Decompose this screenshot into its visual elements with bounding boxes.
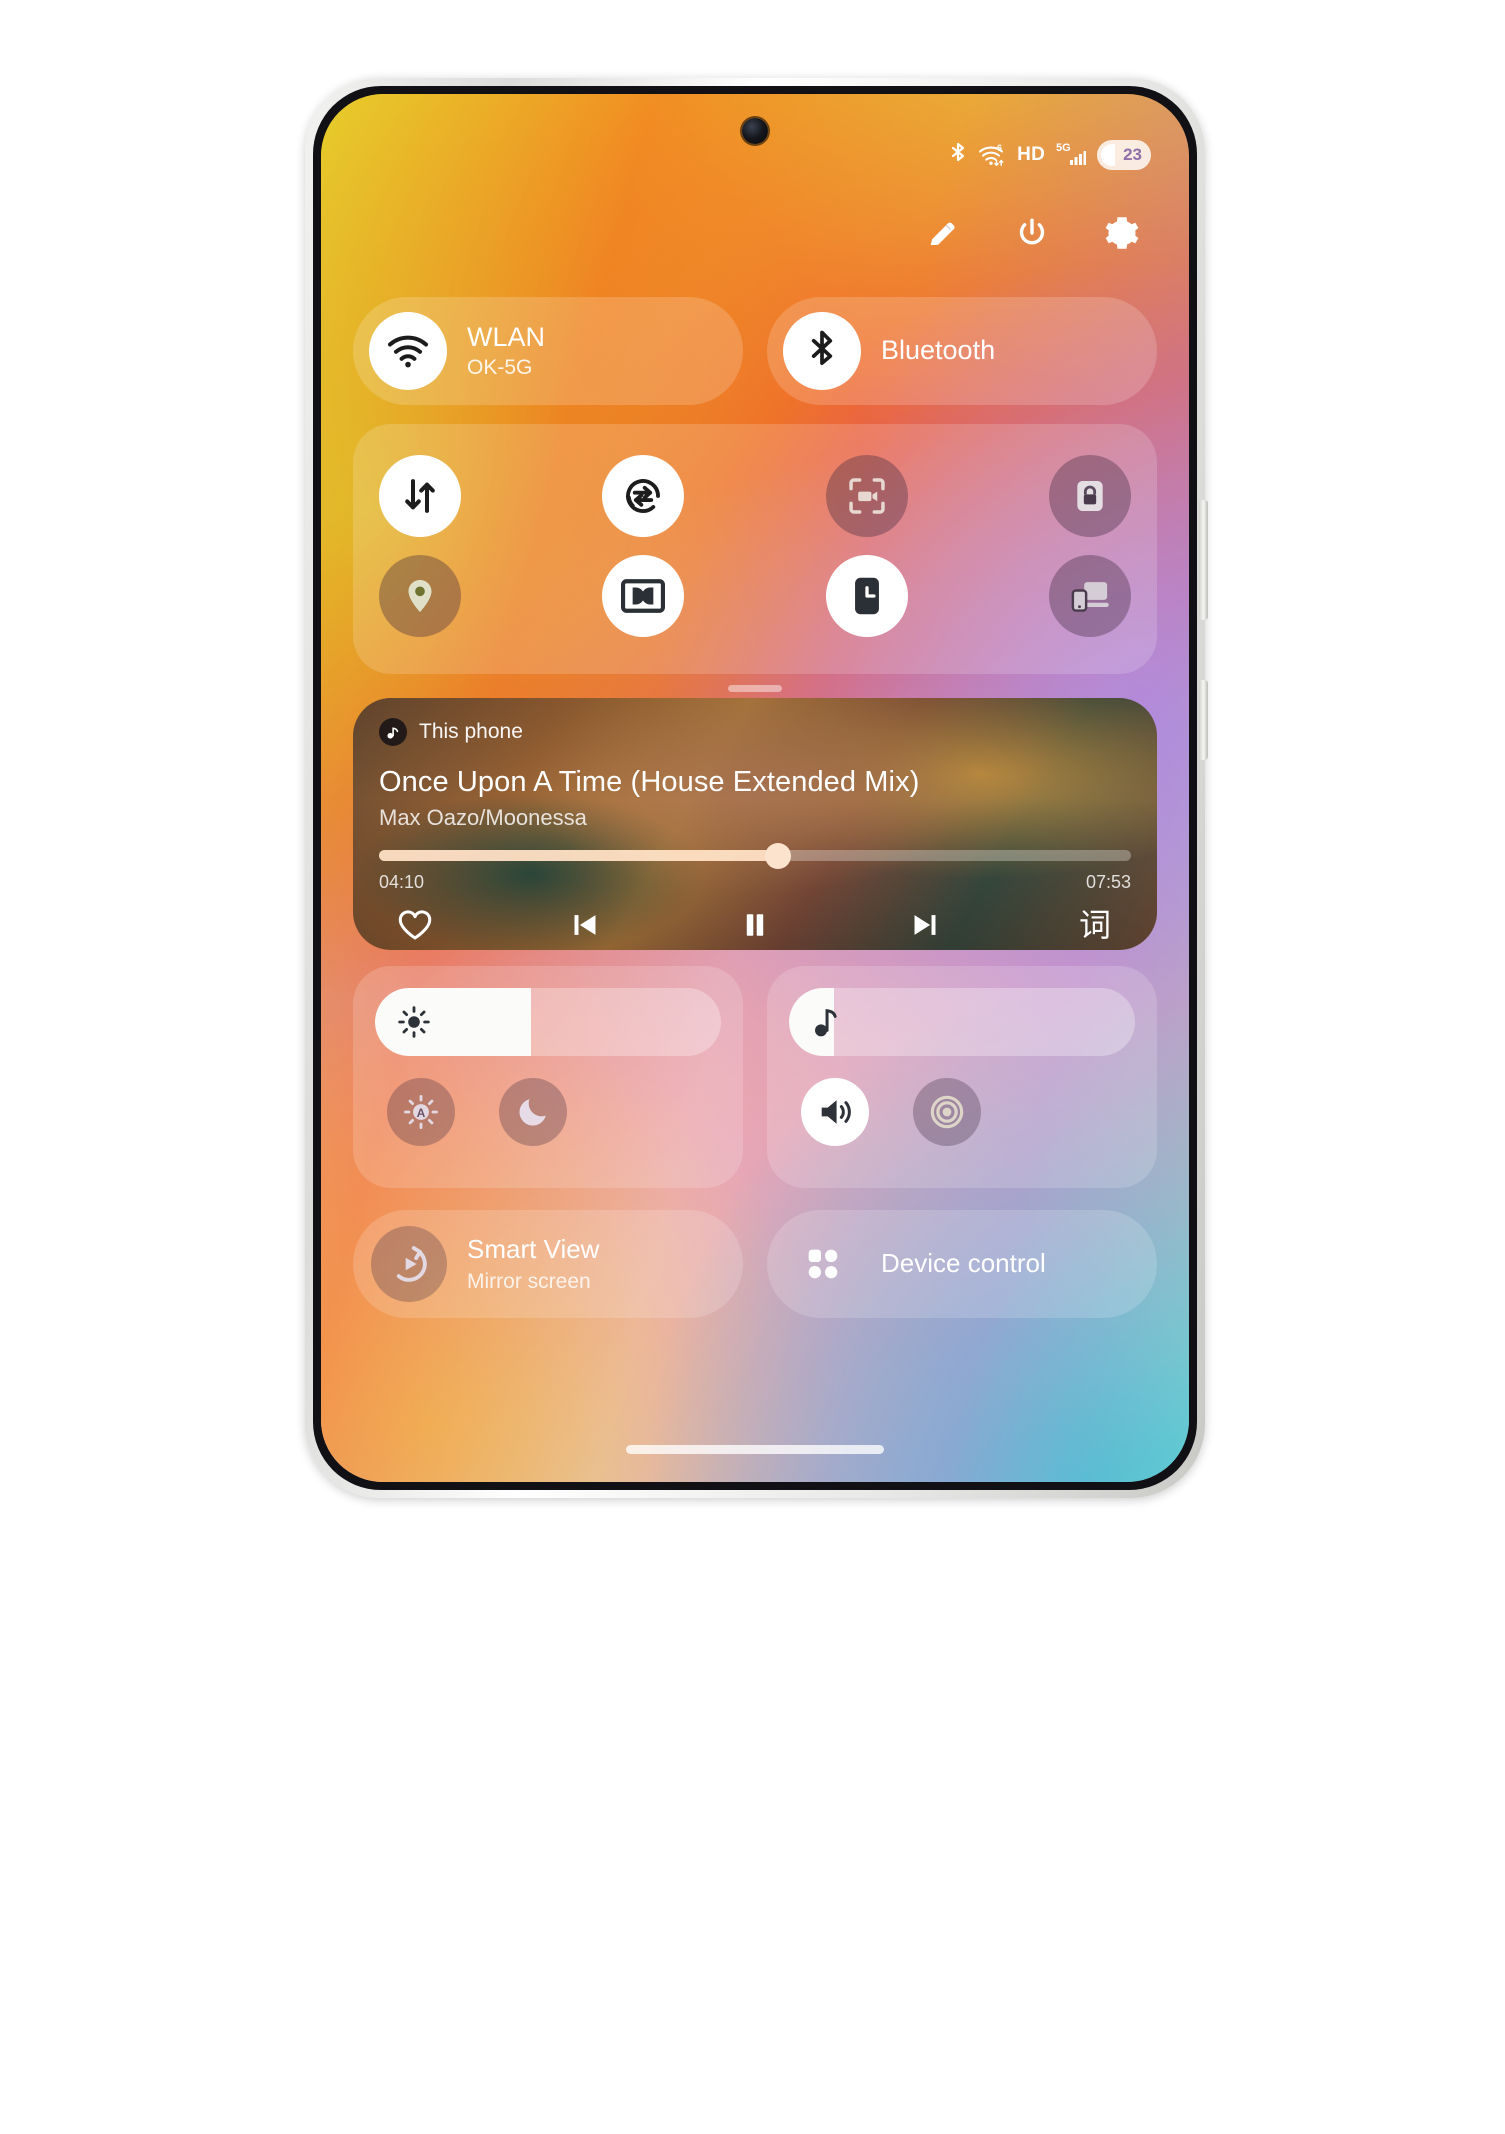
bluetooth-text: Bluetooth (881, 335, 995, 367)
bluetooth-icon (949, 142, 967, 168)
battery-fill (1101, 144, 1115, 166)
wlan-tile[interactable]: WLAN OK-5G (353, 297, 743, 405)
battery-indicator: 23 (1097, 140, 1151, 170)
smart-view-icon (371, 1226, 447, 1302)
mobile-data-toggle[interactable] (379, 455, 461, 537)
sound-mode-button[interactable] (801, 1078, 869, 1146)
seek-knob[interactable] (764, 843, 791, 869)
volume-buttons (789, 1078, 1135, 1146)
elapsed-time: 04:10 (379, 872, 425, 892)
toggles-row-2 (379, 546, 1131, 646)
lyrics-button[interactable]: 词 (1067, 901, 1123, 949)
media-volume-slider[interactable] (789, 988, 1135, 1056)
battery-level-text: 23 (1123, 145, 1142, 164)
previous-button[interactable] (557, 901, 613, 949)
media-controls: 词 (379, 901, 1131, 949)
bluetooth-tile[interactable]: Bluetooth (767, 297, 1157, 405)
wifi-icon (369, 312, 447, 390)
media-source[interactable]: This phone (379, 718, 1131, 746)
wifi-6-icon: 6 (978, 143, 1006, 167)
always-on-display-toggle[interactable] (825, 555, 908, 637)
seek-fill (379, 850, 778, 861)
cast-devices-toggle[interactable] (1048, 555, 1131, 637)
track-title: Once Upon A Time (House Extended Mix) (379, 766, 920, 798)
location-toggle[interactable] (379, 555, 461, 637)
hd-label: HD (1017, 144, 1045, 165)
wlan-text: WLAN OK-5G (467, 322, 545, 381)
volume-card (767, 966, 1157, 1188)
svg-text:A: A (417, 1106, 426, 1120)
grid-dots-icon (785, 1244, 861, 1284)
brightness-buttons: A (375, 1078, 721, 1146)
volume-hardware-button[interactable] (1199, 500, 1208, 620)
music-app-icon (379, 718, 407, 746)
device-control-text: Device control (881, 1248, 1046, 1279)
media-times: 04:10 07:53 (379, 872, 1131, 893)
dolby-atmos-toggle[interactable] (602, 555, 685, 637)
power-hardware-button[interactable] (1199, 680, 1208, 760)
bluetooth-icon (783, 312, 861, 390)
sliders-section: A (353, 966, 1157, 1188)
vibration-button[interactable] (913, 1078, 981, 1146)
toggles-row-1 (379, 446, 1131, 546)
wlan-subtitle: OK-5G (467, 355, 533, 379)
smart-view-text: Smart View Mirror screen (467, 1234, 599, 1293)
quick-toggles-panel (353, 424, 1157, 692)
brightness-sun-icon (397, 1005, 431, 1039)
smart-view-subtitle: Mirror screen (467, 1269, 591, 1293)
music-note-icon (811, 1005, 841, 1039)
duration-time: 07:53 (1085, 872, 1131, 892)
phone-screen: 6 HD 5G 23 WLAN OK-5G Bluetooth This pho… (321, 94, 1189, 1482)
pause-button[interactable] (727, 901, 783, 949)
brightness-slider[interactable] (375, 988, 721, 1056)
panel-drag-handle[interactable] (728, 685, 782, 692)
lyrics-icon: 词 (1078, 907, 1111, 943)
dark-mode-button[interactable] (499, 1078, 567, 1146)
media-content: This phone Once Upon A Time (House Exten… (353, 698, 1157, 950)
pencil-icon[interactable] (921, 212, 963, 254)
power-icon[interactable] (1011, 212, 1053, 254)
media-player-card[interactable]: This phone Once Upon A Time (House Exten… (353, 698, 1157, 950)
bluetooth-title: Bluetooth (881, 335, 996, 366)
smart-view-tile[interactable]: Smart View Mirror screen (353, 1210, 743, 1318)
auto-brightness-button[interactable]: A (387, 1078, 455, 1146)
gesture-navigation-bar[interactable] (626, 1445, 884, 1454)
network-type-label: 5G (1056, 142, 1071, 154)
next-button[interactable] (897, 901, 953, 949)
front-camera (742, 118, 768, 144)
favorite-button[interactable] (387, 901, 443, 949)
screen-record-toggle[interactable] (825, 455, 908, 537)
media-source-label: This phone (419, 720, 523, 743)
screen-lock-toggle[interactable] (1048, 455, 1131, 537)
device-control-tile[interactable]: Device control (767, 1210, 1157, 1318)
auto-sync-toggle[interactable] (602, 455, 685, 537)
bottom-tiles-row: Smart View Mirror screen Device control (353, 1210, 1157, 1318)
status-bar: 6 HD 5G 23 (949, 140, 1151, 170)
connectivity-row: WLAN OK-5G Bluetooth (353, 297, 1157, 405)
screenshot-root: 6 HD 5G 23 WLAN OK-5G Bluetooth This pho… (0, 0, 1505, 2134)
wifi-generation-badge: 6 (997, 143, 1002, 153)
signal-bars-icon: 5G (1056, 142, 1086, 168)
track-artist: Max Oazo/Moonessa (379, 805, 587, 830)
brightness-card: A (353, 966, 743, 1188)
header-actions (921, 212, 1143, 254)
smart-view-title: Smart View (467, 1234, 600, 1265)
device-control-title: Device control (881, 1248, 1046, 1279)
seek-bar[interactable] (379, 843, 1131, 869)
gear-icon[interactable] (1101, 212, 1143, 254)
wlan-title: WLAN (467, 321, 546, 352)
